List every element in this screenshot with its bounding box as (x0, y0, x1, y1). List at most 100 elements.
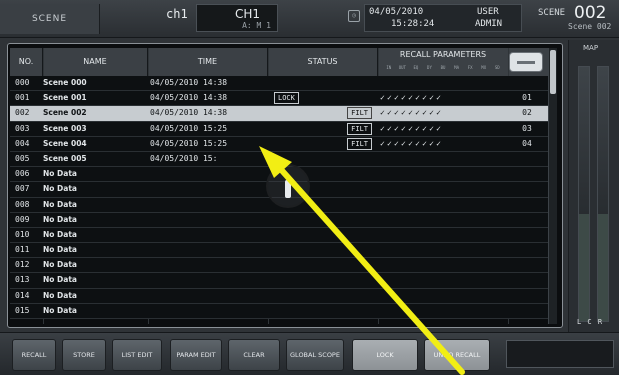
recall-param-number (512, 198, 542, 212)
store-button[interactable]: STORE (62, 339, 106, 371)
scene-status: FILT (272, 137, 376, 151)
scene-time (150, 243, 262, 257)
scene-no: 003 (15, 123, 30, 133)
recall-button[interactable]: RECALL (12, 339, 56, 371)
scene-name: No Data (43, 169, 77, 179)
scene-status (272, 258, 376, 272)
recall-param-button[interactable] (509, 52, 543, 72)
scene-status (272, 228, 376, 242)
current-scene-display: SCENE 002 Scene 002 (528, 3, 619, 34)
scene-time (150, 213, 262, 227)
touch-cursor-icon (266, 164, 310, 208)
scene-name: Scene 002 (568, 22, 612, 31)
table-row[interactable]: 015 No Data (10, 303, 548, 319)
meter-title: MAP (583, 44, 599, 52)
channel-display[interactable]: CH1 A: M 1 (196, 4, 278, 32)
scene-name: Scene 005 (43, 153, 87, 163)
recall-params (380, 76, 506, 90)
list-edit-button[interactable]: LIST EDIT (112, 339, 162, 371)
scene-no: 010 (15, 229, 30, 239)
scene-time (150, 228, 262, 242)
scene-name: No Data (43, 245, 77, 255)
recall-param-number (512, 273, 542, 287)
recall-params: ✓✓✓✓✓✓✓✓✓ (380, 123, 444, 133)
col-time-header[interactable]: TIME (148, 48, 268, 76)
recall-params (380, 213, 506, 227)
table-row[interactable]: 000 Scene 000 04/05/2010 14:38 (10, 76, 548, 92)
recall-params (380, 258, 506, 272)
scene-no: 002 (15, 108, 30, 118)
scene-time: 04/05/2010 14:38 (150, 93, 228, 103)
scene-time (150, 167, 262, 181)
clear-button[interactable]: CLEAR (228, 339, 280, 371)
scene-no: 007 (15, 184, 30, 194)
time-readout: 15:28:24 (391, 19, 435, 29)
recall-param-number: 02 (522, 108, 532, 118)
table-row[interactable]: 009 No Data (10, 212, 548, 228)
scene-mode-label[interactable]: SCENE (0, 4, 100, 34)
col-no-header[interactable]: NO. (10, 48, 43, 76)
table-row[interactable]: 001 Scene 001 04/05/2010 14:38 ✓✓✓✓✓✓✓✓✓ 01 L… (10, 91, 548, 107)
recall-param-number (512, 228, 542, 242)
recall-params (380, 289, 506, 303)
scene-status (272, 76, 376, 90)
recall-param-number (512, 167, 542, 181)
lock-badge: LOCK (274, 92, 299, 105)
recall-params (380, 167, 506, 181)
recall-param-number (512, 76, 542, 90)
channel-sub: A: M 1 (242, 21, 271, 30)
table-row[interactable]: 004 Scene 004 04/05/2010 15:25 ✓✓✓✓✓✓✓✓✓ 04 F… (10, 136, 548, 152)
scrollbar[interactable] (548, 48, 557, 324)
lock-button[interactable]: LOCK (352, 339, 418, 371)
table-header: NO. NAME TIME STATUS RECALL PARAMETERS I… (10, 48, 548, 76)
scene-time: 04/05/2010 15:25 (150, 123, 228, 133)
param-edit-button[interactable]: PARAM EDIT (170, 339, 222, 371)
scene-name: No Data (43, 275, 77, 285)
info-display (506, 340, 614, 368)
meter-bar-left (578, 66, 590, 322)
channel-name: CH1 (235, 7, 261, 21)
meter-label: L C R (577, 318, 604, 326)
recall-param-number: 03 (522, 123, 532, 133)
scene-no: 009 (15, 214, 30, 224)
table-row[interactable]: 014 No Data (10, 288, 548, 304)
scene-name: Scene 000 (43, 78, 87, 87)
scene-no: 006 (15, 169, 30, 179)
scene-status (272, 304, 376, 318)
undo-recall-button[interactable]: UNDO RECALL (424, 339, 490, 371)
table-row[interactable]: 010 No Data (10, 227, 548, 244)
scene-time: 04/05/2010 14:38 (150, 78, 228, 87)
table-row[interactable]: 013 No Data (10, 273, 548, 289)
filter-badge: FILT (347, 137, 372, 150)
scene-number: 002 (574, 3, 607, 23)
user-label: USER (477, 7, 499, 17)
scene-no: 014 (15, 290, 30, 300)
recall-param-number: 01 (522, 93, 532, 103)
recall-params (380, 182, 506, 196)
recall-param-number (512, 182, 542, 196)
scene-name: No Data (43, 184, 77, 194)
scroll-thumb[interactable] (550, 50, 556, 94)
filter-badge: FILT (347, 122, 372, 135)
scene-name: No Data (43, 229, 77, 239)
col-name-header[interactable]: NAME (43, 48, 148, 76)
scene-name: No Data (43, 260, 77, 270)
table-row[interactable]: 011 No Data (10, 243, 548, 259)
table-row[interactable]: 002 Scene 002 04/05/2010 14:38 ✓✓✓✓✓✓✓✓✓ 02 F… (10, 106, 548, 122)
scene-name: Scene 004 (43, 138, 87, 148)
table-row[interactable]: 003 Scene 003 04/05/2010 15:25 ✓✓✓✓✓✓✓✓✓ 03 F… (10, 121, 548, 137)
scene-no: 011 (15, 245, 30, 255)
status-display: 04/05/2010 USER 15:28:24 ADMIN (364, 4, 522, 32)
col-status-header[interactable]: STATUS (268, 48, 378, 76)
recall-params: ✓✓✓✓✓✓✓✓✓ (380, 138, 444, 148)
global-scope-button[interactable]: GLOBAL SCOPE (286, 339, 344, 371)
col-recall-header: RECALL PARAMETERS (399, 50, 487, 59)
recall-param-number (512, 243, 542, 257)
table-row[interactable]: 012 No Data (10, 258, 548, 274)
scene-no: 015 (15, 305, 30, 315)
scene-word: SCENE (538, 8, 566, 18)
recall-params (380, 152, 506, 166)
scene-time (150, 304, 262, 318)
scene-no: 005 (15, 153, 30, 163)
meter-bar-right (597, 66, 609, 322)
